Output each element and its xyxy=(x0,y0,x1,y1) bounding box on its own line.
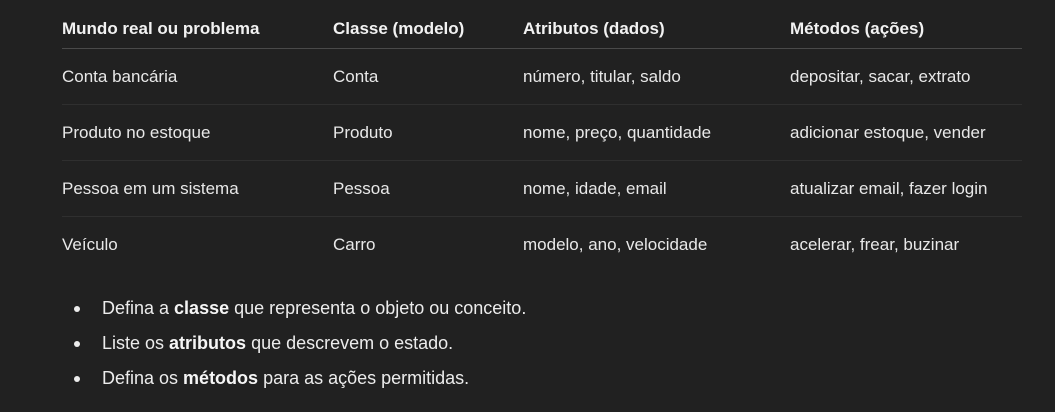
cell-real-world: Produto no estoque xyxy=(62,104,333,161)
tip-text-after: para as ações permitidas. xyxy=(258,368,470,388)
cell-methods: adicionar estoque, vender xyxy=(790,104,1022,161)
list-item: Liste os atributos que descrevem o estad… xyxy=(62,326,526,361)
list-item: Defina a classe que representa o objeto … xyxy=(62,291,526,326)
oop-mapping-table: Mundo real ou problema Classe (modelo) A… xyxy=(62,10,1022,272)
cell-methods: atualizar email, fazer login xyxy=(790,160,1022,217)
cell-attributes: nome, idade, email xyxy=(523,160,790,217)
table-row: Produto no estoque Produto nome, preço, … xyxy=(62,104,1022,161)
tip-text-bold: atributos xyxy=(169,333,247,353)
cell-class: Pessoa xyxy=(333,160,523,217)
bullet-icon xyxy=(74,306,80,312)
cell-class: Produto xyxy=(333,104,523,161)
tip-text-after: que descrevem o estado. xyxy=(246,333,454,353)
tips-list: Defina a classe que representa o objeto … xyxy=(62,291,526,396)
list-item: Defina os métodos para as ações permitid… xyxy=(62,361,526,396)
cell-class: Conta xyxy=(333,48,523,105)
cell-attributes: número, titular, saldo xyxy=(523,48,790,105)
header-methods: Métodos (ações) xyxy=(790,10,1022,49)
cell-attributes: nome, preço, quantidade xyxy=(523,104,790,161)
cell-class: Carro xyxy=(333,234,376,254)
cell-methods: depositar, sacar, extrato xyxy=(790,48,1022,105)
cell-methods: acelerar, frear, buzinar xyxy=(790,234,960,254)
tip-text-before: Liste os xyxy=(102,333,170,353)
header-attributes: Atributos (dados) xyxy=(523,10,790,49)
chat-content: Mundo real ou problema Classe (modelo) A… xyxy=(0,0,1055,412)
tip-text-bold: métodos xyxy=(183,368,259,388)
table-row: Pessoa em um sistema Pessoa nome, idade,… xyxy=(62,160,1022,217)
header-real-world: Mundo real ou problema xyxy=(62,10,333,49)
table-row: Conta bancária Conta número, titular, sa… xyxy=(62,48,1022,105)
tip-text-before: Defina os xyxy=(102,368,184,388)
cell-attributes: modelo, ano, velocidade xyxy=(523,234,708,254)
bullet-icon xyxy=(74,376,80,382)
tip-text-after: que representa o objeto ou conceito. xyxy=(229,298,527,318)
cell-real-world: Veículo xyxy=(62,234,118,254)
header-class: Classe (modelo) xyxy=(333,10,523,49)
bullet-icon xyxy=(74,341,80,347)
cell-real-world: Pessoa em um sistema xyxy=(62,160,333,217)
table-header-row: Mundo real ou problema Classe (modelo) A… xyxy=(62,10,1022,49)
tip-text-before: Defina a xyxy=(102,298,175,318)
table-row: Veículo Carro modelo, ano, velocidade ac… xyxy=(62,217,1022,273)
cell-real-world: Conta bancária xyxy=(62,48,333,105)
tip-text-bold: classe xyxy=(174,298,230,318)
